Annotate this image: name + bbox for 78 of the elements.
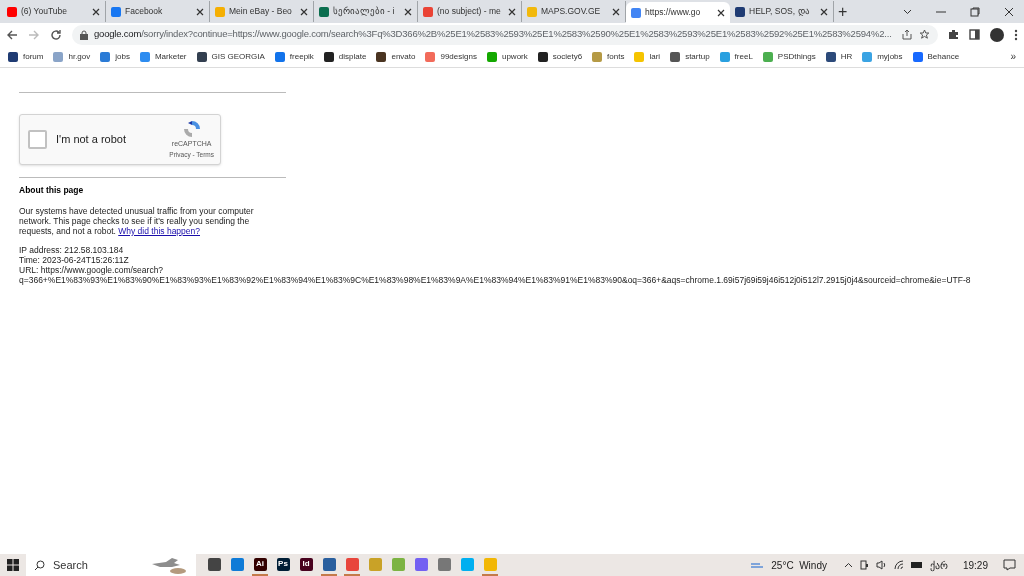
bookmark-link[interactable]: 99designs: [425, 50, 477, 63]
lock-icon: [80, 29, 88, 40]
bookmark-link[interactable]: society6: [537, 50, 583, 63]
close-icon[interactable]: [196, 7, 204, 16]
captcha-checkbox[interactable]: [28, 130, 47, 149]
taskbar-search-field[interactable]: Search: [26, 554, 196, 576]
url-text: google.com/sorry/index?continue=https://www.google.com/search%3Fq%3D366%2B%25E1%2583%2593%25E1%2583%2590%25E1%2583%2593%25E1%2583%2592%25E1%2583%2594%2...: [94, 27, 893, 42]
clock-text[interactable]: 19:29: [962, 557, 988, 573]
back-icon[interactable]: [6, 28, 18, 41]
browser-tab[interactable]: Facebook: [106, 1, 210, 22]
bookmark-link[interactable]: forum: [8, 50, 44, 63]
bookmark-link[interactable]: envato: [376, 50, 416, 63]
app-icon: Ai: [253, 557, 267, 571]
reload-icon[interactable]: [50, 28, 62, 41]
close-icon[interactable]: [717, 8, 725, 17]
close-icon[interactable]: [612, 7, 620, 16]
close-icon[interactable]: [300, 7, 308, 16]
browser-tab[interactable]: HELP, SOS, და: [730, 1, 834, 22]
share-icon[interactable]: [902, 29, 913, 40]
puzzle-icon[interactable]: [948, 29, 959, 40]
chevron-up-icon[interactable]: [843, 562, 853, 568]
wifi-icon[interactable]: [893, 560, 904, 570]
profile-avatar[interactable]: [990, 27, 1004, 42]
bookmark-link[interactable]: freepik: [274, 50, 314, 63]
browser-tab[interactable]: სერიალები - i: [314, 1, 418, 22]
explanation-paragraph: Our systems have detected unusual traffic from your computer network. This page checks to see if it's really you sending the requests, and not a robot. Why did this happen?: [19, 205, 255, 236]
taskbar-app-button[interactable]: Id: [298, 554, 314, 576]
detail-line: Time: 2023-06-24T15:26:11Z: [19, 254, 130, 265]
bookmark-link[interactable]: HR: [825, 50, 853, 63]
why-link[interactable]: Why did this happen?: [118, 225, 200, 236]
bookmark-link[interactable]: lari: [634, 50, 661, 63]
app-icon: Id: [299, 557, 313, 571]
bookmark-link[interactable]: GIS GEORGIA: [196, 50, 265, 63]
bookmark-link[interactable]: Behance: [912, 50, 960, 63]
bookmark-link[interactable]: jobs: [100, 50, 130, 63]
notification-icon[interactable]: [1003, 559, 1016, 571]
close-icon[interactable]: [92, 7, 100, 16]
search-icon: [34, 559, 45, 571]
close-icon[interactable]: [1004, 7, 1014, 17]
address-bar[interactable]: google.com/sorry/index?continue=https://www.google.com/search%3Fq%3D366%2B%25E1%2583%2593%25E1%2583%2590%25E1%2583%2593%25E1%2583%2592%25E1%2583%2594%2...: [72, 24, 938, 45]
side-panel-icon[interactable]: [969, 29, 980, 40]
speaker-icon[interactable]: [875, 560, 887, 570]
new-tab-button[interactable]: +: [838, 3, 848, 21]
browser-tab[interactable]: Mein eBay - Beo: [210, 1, 314, 22]
bookmark-star-icon[interactable]: [919, 29, 930, 40]
menu-icon[interactable]: [1014, 28, 1018, 41]
more-bookmarks-button[interactable]: »: [1010, 49, 1016, 64]
tab-search-icon[interactable]: [903, 9, 912, 15]
close-icon[interactable]: [404, 7, 412, 16]
taskbar-app-button[interactable]: Ps: [275, 554, 291, 576]
bookmark-link[interactable]: fonts: [592, 50, 625, 63]
taskbar-app-button[interactable]: Ai: [252, 554, 268, 576]
close-icon[interactable]: [820, 7, 828, 16]
close-icon[interactable]: [508, 7, 516, 16]
language-indicator[interactable]: ქარ: [929, 557, 948, 573]
bookmark-link[interactable]: myjobs: [862, 50, 903, 63]
device-icon[interactable]: [859, 560, 869, 570]
bookmark-link[interactable]: hr.gov: [53, 50, 91, 63]
section-heading: About this page: [19, 184, 85, 197]
bookmark-link[interactable]: PSDthings: [762, 50, 816, 63]
restore-icon[interactable]: [970, 7, 980, 17]
browser-tab[interactable]: https://www.go: [626, 2, 730, 23]
windows-start-icon[interactable]: [7, 559, 19, 571]
bookmark-link[interactable]: startup: [670, 50, 710, 63]
detail-line: IP address: 212.58.103.184: [19, 244, 125, 255]
bookmark-link[interactable]: Marketer: [139, 50, 187, 63]
bookmark-link[interactable]: upwork: [486, 50, 528, 63]
browser-tab[interactable]: (6) YouTube: [2, 1, 106, 22]
weather-text[interactable]: 25°C Windy: [771, 557, 827, 573]
battery-icon[interactable]: [910, 561, 923, 569]
browser-tab[interactable]: (no subject) - me: [418, 1, 522, 22]
url-query-text: q=366+%E1%83%93%E1%83%90%E1%83%93%E1%83%92%E1%83%94%E1%83%9C%E1%83%98%E1%83%9A%E1%83%94%E1%83%91%E1%83%90&oq=366+&aqs=chrome.1.69i57j69i59j46i512j0i512l7.2915j0j4&sourceid=chrome&ie=UTF-8: [19, 274, 972, 285]
bird-illustration: [150, 556, 188, 574]
app-icon: Ps: [276, 557, 290, 571]
captcha-label: I'm not a robot: [56, 132, 127, 148]
bookmark-link[interactable]: displate: [323, 50, 367, 63]
bookmark-link[interactable]: freeL: [719, 50, 753, 63]
detail-line: URL: https://www.google.com/search?: [19, 264, 165, 275]
